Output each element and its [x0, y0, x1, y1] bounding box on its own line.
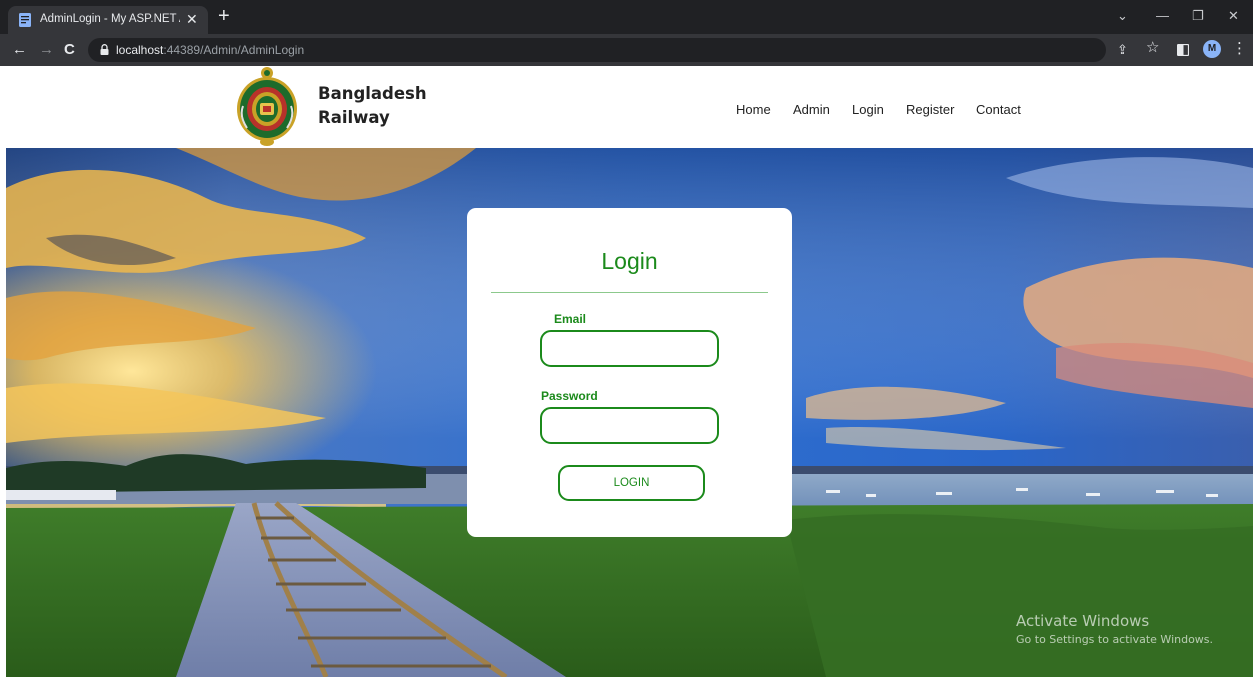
activate-windows-watermark: Activate Windows Go to Settings to activ… — [1016, 612, 1213, 646]
watermark-subtitle: Go to Settings to activate Windows. — [1016, 633, 1214, 646]
close-window-icon[interactable]: ✕ — [1228, 8, 1239, 24]
tab-search-dropdown-icon[interactable]: ⌄ — [1117, 8, 1128, 24]
browser-toolbar: ← → C localhost:44389/Admin/AdminLogin ⇪… — [0, 34, 1253, 66]
password-field[interactable] — [540, 407, 719, 444]
password-label: Password — [541, 389, 598, 403]
brand-line-2: Railway — [318, 108, 390, 127]
login-card: Login Email Password LOGIN — [467, 208, 792, 537]
minimize-window-icon[interactable]: — — [1156, 8, 1169, 23]
nav-link-admin[interactable]: Admin — [793, 102, 830, 117]
brand-name[interactable]: Bangladesh Railway — [318, 82, 427, 130]
forward-arrow-icon[interactable]: → — [39, 41, 54, 59]
share-icon[interactable]: ⇪ — [1117, 42, 1128, 58]
nav-link-home[interactable]: Home — [736, 102, 771, 117]
login-title: Login — [601, 248, 658, 274]
nav-link-register[interactable]: Register — [906, 102, 954, 117]
title-divider — [491, 292, 768, 293]
browser-tab-strip: AdminLogin - My ASP.NET Applic ✕ + ⌄ — ❐… — [0, 0, 1253, 34]
back-arrow-icon[interactable]: ← — [12, 41, 27, 59]
browser-tab[interactable]: AdminLogin - My ASP.NET Applic ✕ — [8, 6, 208, 34]
nav-link-contact[interactable]: Contact — [976, 102, 1021, 117]
bookmark-star-icon[interactable]: ☆ — [1146, 40, 1159, 56]
nav-link-login[interactable]: Login — [852, 102, 884, 117]
address-bar[interactable]: localhost:44389/Admin/AdminLogin — [88, 38, 1106, 62]
tab-title: AdminLogin - My ASP.NET Applic — [40, 13, 180, 25]
url-text: localhost:44389/Admin/AdminLogin — [116, 43, 305, 57]
side-panel-icon[interactable] — [1177, 44, 1189, 56]
brand-line-1: Bangladesh — [318, 84, 427, 103]
email-label: Email — [554, 312, 587, 326]
reload-icon[interactable]: C — [64, 41, 75, 59]
lock-icon[interactable] — [100, 44, 109, 55]
tab-close-icon[interactable]: ✕ — [186, 11, 198, 27]
new-tab-button[interactable]: + — [218, 6, 230, 26]
watermark-title: Activate Windows — [1016, 612, 1150, 630]
profile-avatar[interactable]: M — [1203, 40, 1221, 58]
page-favicon-icon — [19, 13, 31, 27]
site-header: Bangladesh Railway Home Admin Login Regi… — [0, 66, 1253, 148]
email-field[interactable] — [540, 330, 719, 367]
browser-menu-icon[interactable]: ⋮ — [1232, 41, 1247, 57]
bangladesh-railway-logo[interactable] — [235, 66, 299, 146]
restore-window-icon[interactable]: ❐ — [1192, 8, 1204, 24]
login-button[interactable]: LOGIN — [558, 465, 705, 501]
